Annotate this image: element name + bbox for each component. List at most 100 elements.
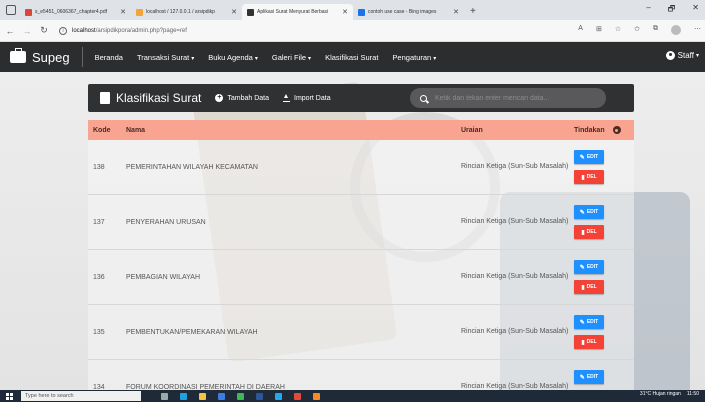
- cell-uraian: Rincian Ketiga (Sun-Sub Masalah): [461, 163, 569, 170]
- tab-actions-icon[interactable]: [6, 5, 16, 15]
- menu-label: Pengaturan: [392, 52, 432, 62]
- reload-button[interactable]: ↻: [37, 25, 51, 36]
- edit-label: EDIT: [586, 264, 599, 270]
- row-actions: ✎EDIT ▮DEL: [574, 205, 604, 239]
- table-header: Kode Nama Uraian Tindakan: [88, 120, 634, 140]
- delete-button[interactable]: ▮DEL: [574, 170, 604, 184]
- column-header-kode[interactable]: Kode: [88, 127, 126, 134]
- edit-button[interactable]: ✎ EDIT: [574, 315, 604, 329]
- windows-start-icon[interactable]: [6, 392, 13, 400]
- taskbar-search[interactable]: Type here to search: [21, 391, 141, 401]
- classification-table: Kode Nama Uraian Tindakan 138 PEMERINTAH…: [88, 120, 634, 402]
- add-circle-icon: +: [215, 94, 224, 102]
- gear-icon[interactable]: [612, 126, 621, 134]
- store-icon[interactable]: [218, 392, 225, 400]
- chrome-icon[interactable]: [237, 392, 244, 400]
- user-menu[interactable]: Staff ▾: [665, 51, 699, 60]
- bing-icon: [358, 8, 365, 16]
- pencil-icon: ✎: [579, 319, 585, 326]
- panel-title: Klasifikasi Surat: [116, 91, 202, 105]
- tab-title: s_e5451_0606367_chapter4.pdf: [35, 9, 108, 15]
- address-bar: ← → ↻ i localhost/arsipdikpora/admin.php…: [0, 20, 705, 42]
- window-controls: – 🗗 ✕: [646, 3, 699, 17]
- menu-item-transaksi-surat[interactable]: Transaksi Surat ▾: [137, 53, 194, 62]
- edit-button[interactable]: ✎ EDIT: [574, 370, 604, 384]
- caret-down-icon: ▾: [433, 55, 437, 62]
- upload-icon: [283, 94, 291, 102]
- delete-button[interactable]: ▮DEL: [574, 225, 604, 239]
- edit-button[interactable]: ✎ EDIT: [574, 150, 604, 164]
- vscode-icon[interactable]: [275, 392, 282, 400]
- clock[interactable]: 11:50: [687, 391, 699, 397]
- pdf-icon: [25, 8, 32, 16]
- browser-toolbar: A ⊞ ☆ ✩ ⧉ ⋯: [578, 25, 701, 35]
- pdf-reader-icon[interactable]: [294, 392, 301, 400]
- edit-label: EDIT: [586, 209, 599, 215]
- forward-button[interactable]: →: [20, 26, 34, 36]
- back-button[interactable]: ←: [3, 26, 17, 36]
- favorite-star-icon[interactable]: ☆: [615, 25, 621, 35]
- file-explorer-icon[interactable]: [199, 392, 206, 400]
- browser-tab-active[interactable]: Aplikasi Surat Menyurat Berbasi ✕: [242, 4, 353, 20]
- minimize-button[interactable]: –: [646, 3, 650, 17]
- menu-item-beranda[interactable]: Beranda: [95, 53, 123, 62]
- browser-tab[interactable]: localhost / 127.0.0.1 / arsipdikp ✕: [131, 4, 242, 20]
- table-row: 135 PEMBENTUKAN/PEMEKARAN WILAYAH Rincia…: [88, 305, 634, 360]
- brand[interactable]: Supeg: [10, 47, 83, 67]
- edit-label: EDIT: [586, 154, 599, 160]
- cell-kode: 135: [93, 328, 105, 336]
- table-row: 136 PEMBAGIAN WILAYAH Rincian Ketiga (Su…: [88, 250, 634, 305]
- menu-item-klasifikasi-surat[interactable]: Klasifikasi Surat: [325, 53, 378, 62]
- edit-button[interactable]: ✎ EDIT: [574, 260, 604, 274]
- caret-down-icon: ▾: [695, 53, 699, 59]
- delete-button[interactable]: ▮DEL: [574, 280, 604, 294]
- browser-tab[interactable]: contoh use case - Bing images ✕: [353, 4, 464, 20]
- close-tab-icon[interactable]: ✕: [231, 8, 237, 16]
- more-menu-icon[interactable]: ⋯: [694, 25, 701, 35]
- cell-actions: ✎EDIT ▮DEL: [574, 205, 634, 239]
- page-favicon-icon: [247, 8, 254, 16]
- task-view-icon[interactable]: [161, 392, 168, 400]
- column-header-nama[interactable]: Nama: [126, 127, 461, 134]
- phpmyadmin-icon: [136, 8, 143, 16]
- weather-label[interactable]: 31°C Hujan ringan: [640, 391, 681, 397]
- search-input[interactable]: [435, 94, 595, 102]
- tab-title: contoh use case - Bing images: [368, 9, 437, 15]
- menu-item-galeri-file[interactable]: Galeri File ▾: [272, 53, 311, 62]
- cell-nama: PEMERINTAHAN WILAYAH KECAMATAN: [126, 163, 258, 171]
- document-icon: [100, 92, 110, 104]
- read-aloud-icon[interactable]: A: [578, 25, 583, 35]
- import-data-label: Import Data: [294, 94, 331, 102]
- edge-icon[interactable]: [180, 392, 187, 400]
- browser-tab[interactable]: s_e5451_0606367_chapter4.pdf ✕: [20, 4, 131, 20]
- trash-icon: ▮: [581, 229, 585, 236]
- briefcase-icon: [10, 48, 26, 63]
- search-box: [410, 88, 606, 108]
- edit-label: EDIT: [586, 374, 599, 380]
- favorites-icon[interactable]: ✩: [634, 25, 640, 35]
- del-label: DEL: [586, 284, 597, 290]
- add-data-button[interactable]: + Tambah Data: [215, 94, 269, 102]
- import-data-button[interactable]: Import Data: [283, 94, 331, 102]
- menu-item-buku-agenda[interactable]: Buku Agenda ▾: [208, 53, 258, 62]
- edit-button[interactable]: ✎ EDIT: [574, 205, 604, 219]
- immersive-reader-icon[interactable]: ⊞: [596, 25, 602, 35]
- app-icon[interactable]: [313, 392, 320, 400]
- column-header-uraian[interactable]: Uraian: [461, 127, 574, 134]
- profile-avatar[interactable]: [671, 25, 681, 35]
- close-tab-icon[interactable]: ✕: [342, 8, 348, 16]
- delete-button[interactable]: ▮DEL: [574, 335, 604, 349]
- search-icon: [420, 94, 427, 102]
- menu-item-pengaturan[interactable]: Pengaturan ▾: [392, 53, 436, 62]
- restore-button[interactable]: 🗗: [668, 3, 676, 17]
- close-tab-icon[interactable]: ✕: [453, 8, 459, 16]
- add-data-label: Tambah Data: [227, 94, 270, 102]
- word-icon[interactable]: [256, 392, 263, 400]
- url-field[interactable]: i localhost/arsipdikpora/admin.php?page=…: [59, 26, 187, 35]
- new-tab-button[interactable]: +: [470, 6, 476, 17]
- close-window-button[interactable]: ✕: [692, 3, 699, 17]
- trash-icon: ▮: [581, 339, 585, 346]
- collections-icon[interactable]: ⧉: [653, 25, 658, 35]
- close-tab-icon[interactable]: ✕: [120, 8, 126, 16]
- info-icon[interactable]: i: [59, 26, 67, 35]
